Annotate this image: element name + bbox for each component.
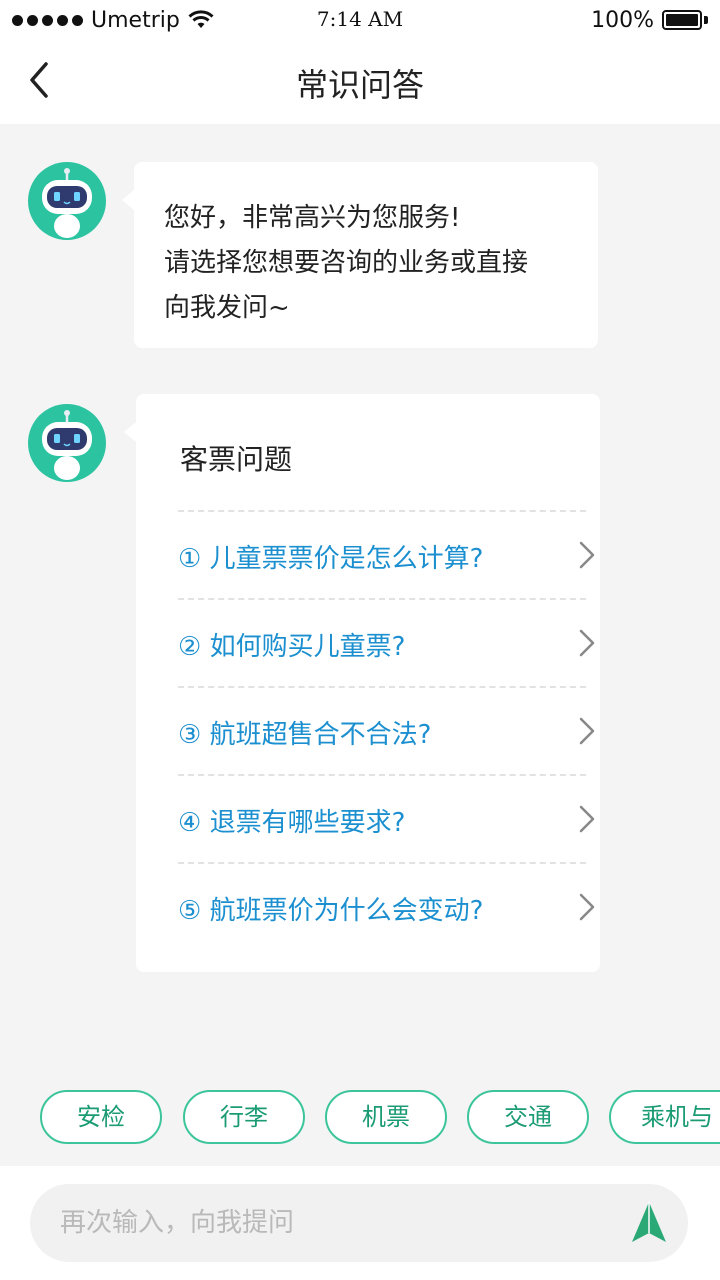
faq-item-label: ④ 退票有哪些要求? (178, 808, 406, 838)
greeting-line: 向我发问~ (164, 293, 290, 323)
faq-item[interactable]: ④ 退票有哪些要求? (178, 774, 595, 862)
quick-tag-boarding[interactable]: 乘机与 (609, 1090, 720, 1144)
nav-bar: 常识问答 (0, 40, 720, 124)
chat-area[interactable]: 您好，非常高兴为您服务! 请选择您想要咨询的业务或直接 向我发问~ 客票问题 ①… (0, 124, 720, 1084)
faq-title: 客票问题 (180, 443, 293, 476)
robot-avatar-icon (28, 162, 106, 240)
question-input[interactable] (30, 1184, 688, 1262)
send-icon (632, 1202, 666, 1242)
status-bar: Umetrip 7:14 AM 100% (0, 0, 720, 40)
input-bar (0, 1166, 720, 1280)
faq-item-label: ① 儿童票票价是怎么计算? (178, 544, 484, 574)
faq-item[interactable]: ⑤ 航班票价为什么会变动? (178, 862, 595, 950)
greeting-line: 您好，非常高兴为您服务! (164, 203, 461, 233)
faq-item-label: ⑤ 航班票价为什么会变动? (178, 896, 484, 926)
quick-tags-bar[interactable]: 安检 行李 机票 交通 乘机与 (0, 1090, 720, 1150)
faq-bubble: 客票问题 ① 儿童票票价是怎么计算? ② 如何购买儿童票? ③ 航班超售合不合法… (124, 394, 600, 972)
chevron-right-icon (579, 805, 595, 833)
chevron-right-icon (579, 541, 595, 569)
quick-tag-transport[interactable]: 交通 (467, 1090, 589, 1144)
faq-item[interactable]: ① 儿童票票价是怎么计算? (178, 510, 595, 598)
faq-item-label: ③ 航班超售合不合法? (178, 720, 432, 750)
faq-item-label: ② 如何购买儿童票? (178, 632, 406, 662)
faq-item[interactable]: ③ 航班超售合不合法? (178, 686, 595, 774)
quick-tag-baggage[interactable]: 行李 (183, 1090, 305, 1144)
quick-tag-ticket[interactable]: 机票 (325, 1090, 447, 1144)
faq-list: ① 儿童票票价是怎么计算? ② 如何购买儿童票? ③ 航班超售合不合法? ④ 退… (178, 510, 595, 950)
robot-avatar-icon (28, 404, 106, 482)
battery-percent: 100% (591, 7, 654, 33)
faq-item[interactable]: ② 如何购买儿童票? (178, 598, 595, 686)
status-right: 100% (591, 6, 708, 34)
page-title: 常识问答 (295, 66, 424, 104)
greeting-bubble: 您好，非常高兴为您服务! 请选择您想要咨询的业务或直接 向我发问~ (122, 162, 598, 348)
chevron-right-icon (579, 893, 595, 921)
send-button[interactable] (626, 1200, 672, 1246)
greeting-message: 您好，非常高兴为您服务! 请选择您想要咨询的业务或直接 向我发问~ (164, 196, 574, 331)
chevron-right-icon (579, 629, 595, 657)
greeting-line: 请选择您想要咨询的业务或直接 (164, 248, 529, 278)
quick-tag-security[interactable]: 安检 (40, 1090, 162, 1144)
chevron-right-icon (579, 717, 595, 745)
battery-icon (662, 10, 708, 30)
